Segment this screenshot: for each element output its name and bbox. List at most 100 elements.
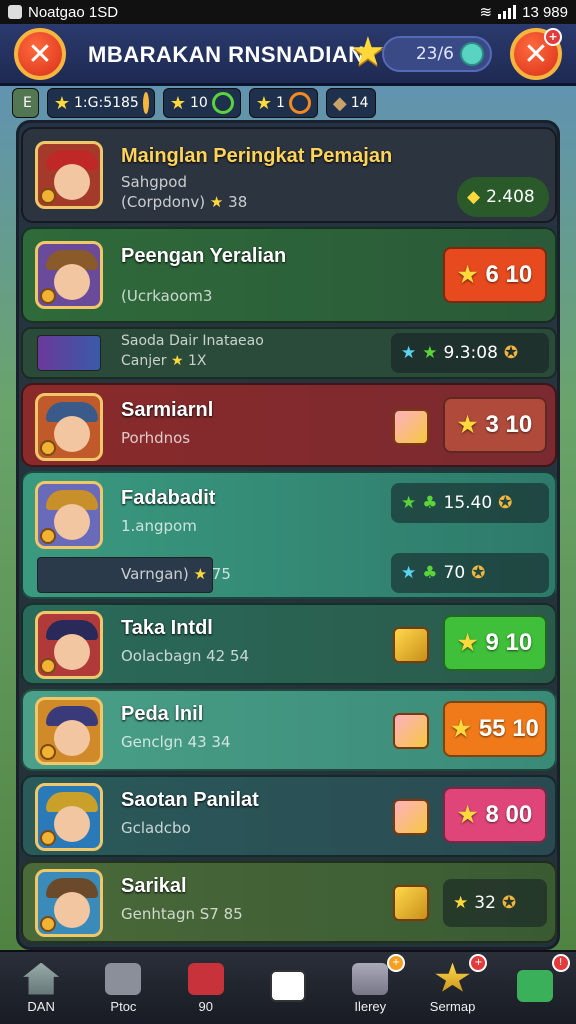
subrow-line1-text: Varngan) (121, 565, 189, 583)
nav-home[interactable]: DAN (0, 952, 82, 1024)
chest-icon[interactable] (393, 627, 429, 663)
stat-chip[interactable]: ★ ♣ 70 ✪ (391, 553, 549, 593)
nav-battle[interactable] (247, 952, 329, 1024)
avatar (35, 481, 103, 549)
star-icon: ★ (209, 193, 224, 211)
face-icon (54, 892, 90, 928)
card-title: Peda lnil (121, 703, 204, 725)
list-item[interactable]: Taka Intdl Oolacbagn 42 54 ★ 9 10 (21, 603, 557, 685)
list-subrow[interactable]: Saoda Dair Inataeao Canjer ★ 1X ★ ★ 9.3:… (21, 327, 557, 379)
star-icon: ★ (457, 630, 478, 655)
resource-2[interactable]: ★ 10 (162, 88, 241, 118)
events-icon (516, 970, 553, 1002)
avatar (35, 869, 103, 937)
notification-badge: + (469, 954, 488, 972)
list-item[interactable]: Sarikal Genhtagn S7 85 ★ 32 ✪ (21, 861, 557, 943)
gem-chip[interactable]: ◆ 2.408 (457, 177, 549, 217)
battle-icon (269, 970, 306, 1002)
buy-button[interactable]: ★ 9 10 (443, 615, 547, 671)
resource-hero[interactable]: E (12, 88, 39, 118)
price-label: 9 10 (485, 629, 533, 656)
buy-button[interactable]: ★ 6 10 (443, 247, 547, 303)
nav-events[interactable]: ! (494, 952, 576, 1024)
gift-icon[interactable] (393, 799, 429, 835)
price-label: 3 10 (485, 411, 533, 438)
star-icon (435, 962, 470, 992)
status-time: 13 989 (522, 3, 568, 21)
buy-button[interactable]: ★ 55 10 (443, 701, 547, 757)
avatar (35, 783, 103, 851)
gift-icon[interactable] (393, 713, 429, 749)
stat-chip[interactable]: ★ ★ 9.3:08 ✪ (391, 333, 549, 373)
stat-chip[interactable]: ★ ♣ 15.40 ✪ (391, 483, 549, 523)
chip-value: 70 (443, 563, 466, 583)
nav-summon[interactable]: Sermap + (411, 952, 493, 1024)
face-icon (54, 416, 90, 452)
subrow-line1: Varngan) ★ 75 (121, 565, 231, 583)
subrow-stars: 1X (187, 353, 207, 369)
avatar (35, 697, 103, 765)
star-icon: ★ (457, 412, 478, 437)
card-subtitle: Genclgn 43 34 (121, 733, 231, 751)
nav-label: Sermap (429, 998, 476, 1014)
close-button-left[interactable]: ✕ (14, 28, 66, 80)
list-item[interactable]: Mainglan Peringkat Pemajan Sahgpod (Corp… (21, 127, 557, 223)
chip-value: 32 (474, 893, 496, 913)
status-app-name: Noatgao 1SD (28, 3, 119, 21)
list-item[interactable]: Peengan Yeralian (Ucrkaoom3 ★ 6 10 (21, 227, 557, 323)
star-counter[interactable]: 23/6 (382, 36, 492, 72)
card-title: Fadabadit (121, 487, 216, 509)
star-icon: ★ (193, 565, 208, 583)
face-icon (54, 806, 90, 842)
face-icon (54, 634, 90, 670)
star-icon: ★ (401, 563, 417, 583)
chip-value: 15.40 (443, 493, 493, 513)
notification-badge: + (544, 28, 562, 46)
buy-button[interactable]: ★ 3 10 (443, 397, 547, 453)
rank-badge (40, 528, 56, 544)
nav-label: Ptoc (110, 998, 137, 1014)
star-icon: ★ (453, 893, 469, 913)
rank-badge (40, 440, 56, 456)
profile-icon (105, 962, 142, 995)
close-button-right[interactable]: ✕ + (510, 28, 562, 80)
stat-chip[interactable]: ★ 32 ✪ (443, 879, 547, 927)
resource-4[interactable]: ◆ 14 (325, 88, 376, 118)
star-icon: ★ (457, 802, 478, 827)
list-item[interactable]: Sarmiarnl Porhdnos ★ 3 10 (21, 383, 557, 467)
face-icon (54, 720, 90, 756)
signal-icon (498, 5, 517, 19)
nav-profile[interactable]: Ptoc (82, 952, 164, 1024)
nav-money[interactable]: Ilerey + (329, 952, 411, 1024)
star-icon: ★ (350, 29, 386, 75)
list-item[interactable]: Saotan Panilat Gcladcbo ★ 8 00 (21, 775, 557, 857)
avatar (35, 393, 103, 461)
notification-badge: ! (551, 954, 570, 972)
gem-icon (460, 42, 484, 66)
list-item[interactable]: Fadabadit 1.angpom ★ ♣ 15.40 ✪ Varngan) … (21, 471, 557, 599)
avatar (35, 611, 103, 679)
gem-icon (211, 92, 234, 114)
price-label: 8 00 (485, 801, 533, 828)
resource-1[interactable]: ★ 1:G:5185 (46, 88, 155, 118)
resource-3[interactable]: ★ 1 (248, 88, 318, 118)
page-title: MBARAKAN RNSNADIAN (88, 42, 365, 67)
shop-icon (187, 962, 224, 995)
face-icon (54, 504, 90, 540)
bottom-nav: DAN Ptoc 90 Ilerey + Sermap + ! (0, 950, 576, 1024)
face-icon (54, 164, 90, 200)
buy-button[interactable]: ★ 8 00 (443, 787, 547, 843)
gift-icon[interactable] (393, 409, 429, 445)
card-title: Mainglan Peringkat Pemajan (121, 145, 393, 167)
medal-icon: ✪ (501, 893, 517, 913)
home-icon (23, 962, 60, 995)
chest-icon[interactable] (393, 885, 429, 921)
rank-badge (40, 658, 56, 674)
star-icon: ★ (169, 92, 186, 114)
coin-icon: ♣ (422, 493, 438, 513)
list-item[interactable]: Peda lnil Genclgn 43 34 ★ 55 10 (21, 689, 557, 771)
price-label: 6 10 (485, 261, 533, 288)
stack-icon (352, 962, 389, 995)
chip-value: 9.3:08 (443, 343, 498, 363)
nav-shop[interactable]: 90 (165, 952, 247, 1024)
